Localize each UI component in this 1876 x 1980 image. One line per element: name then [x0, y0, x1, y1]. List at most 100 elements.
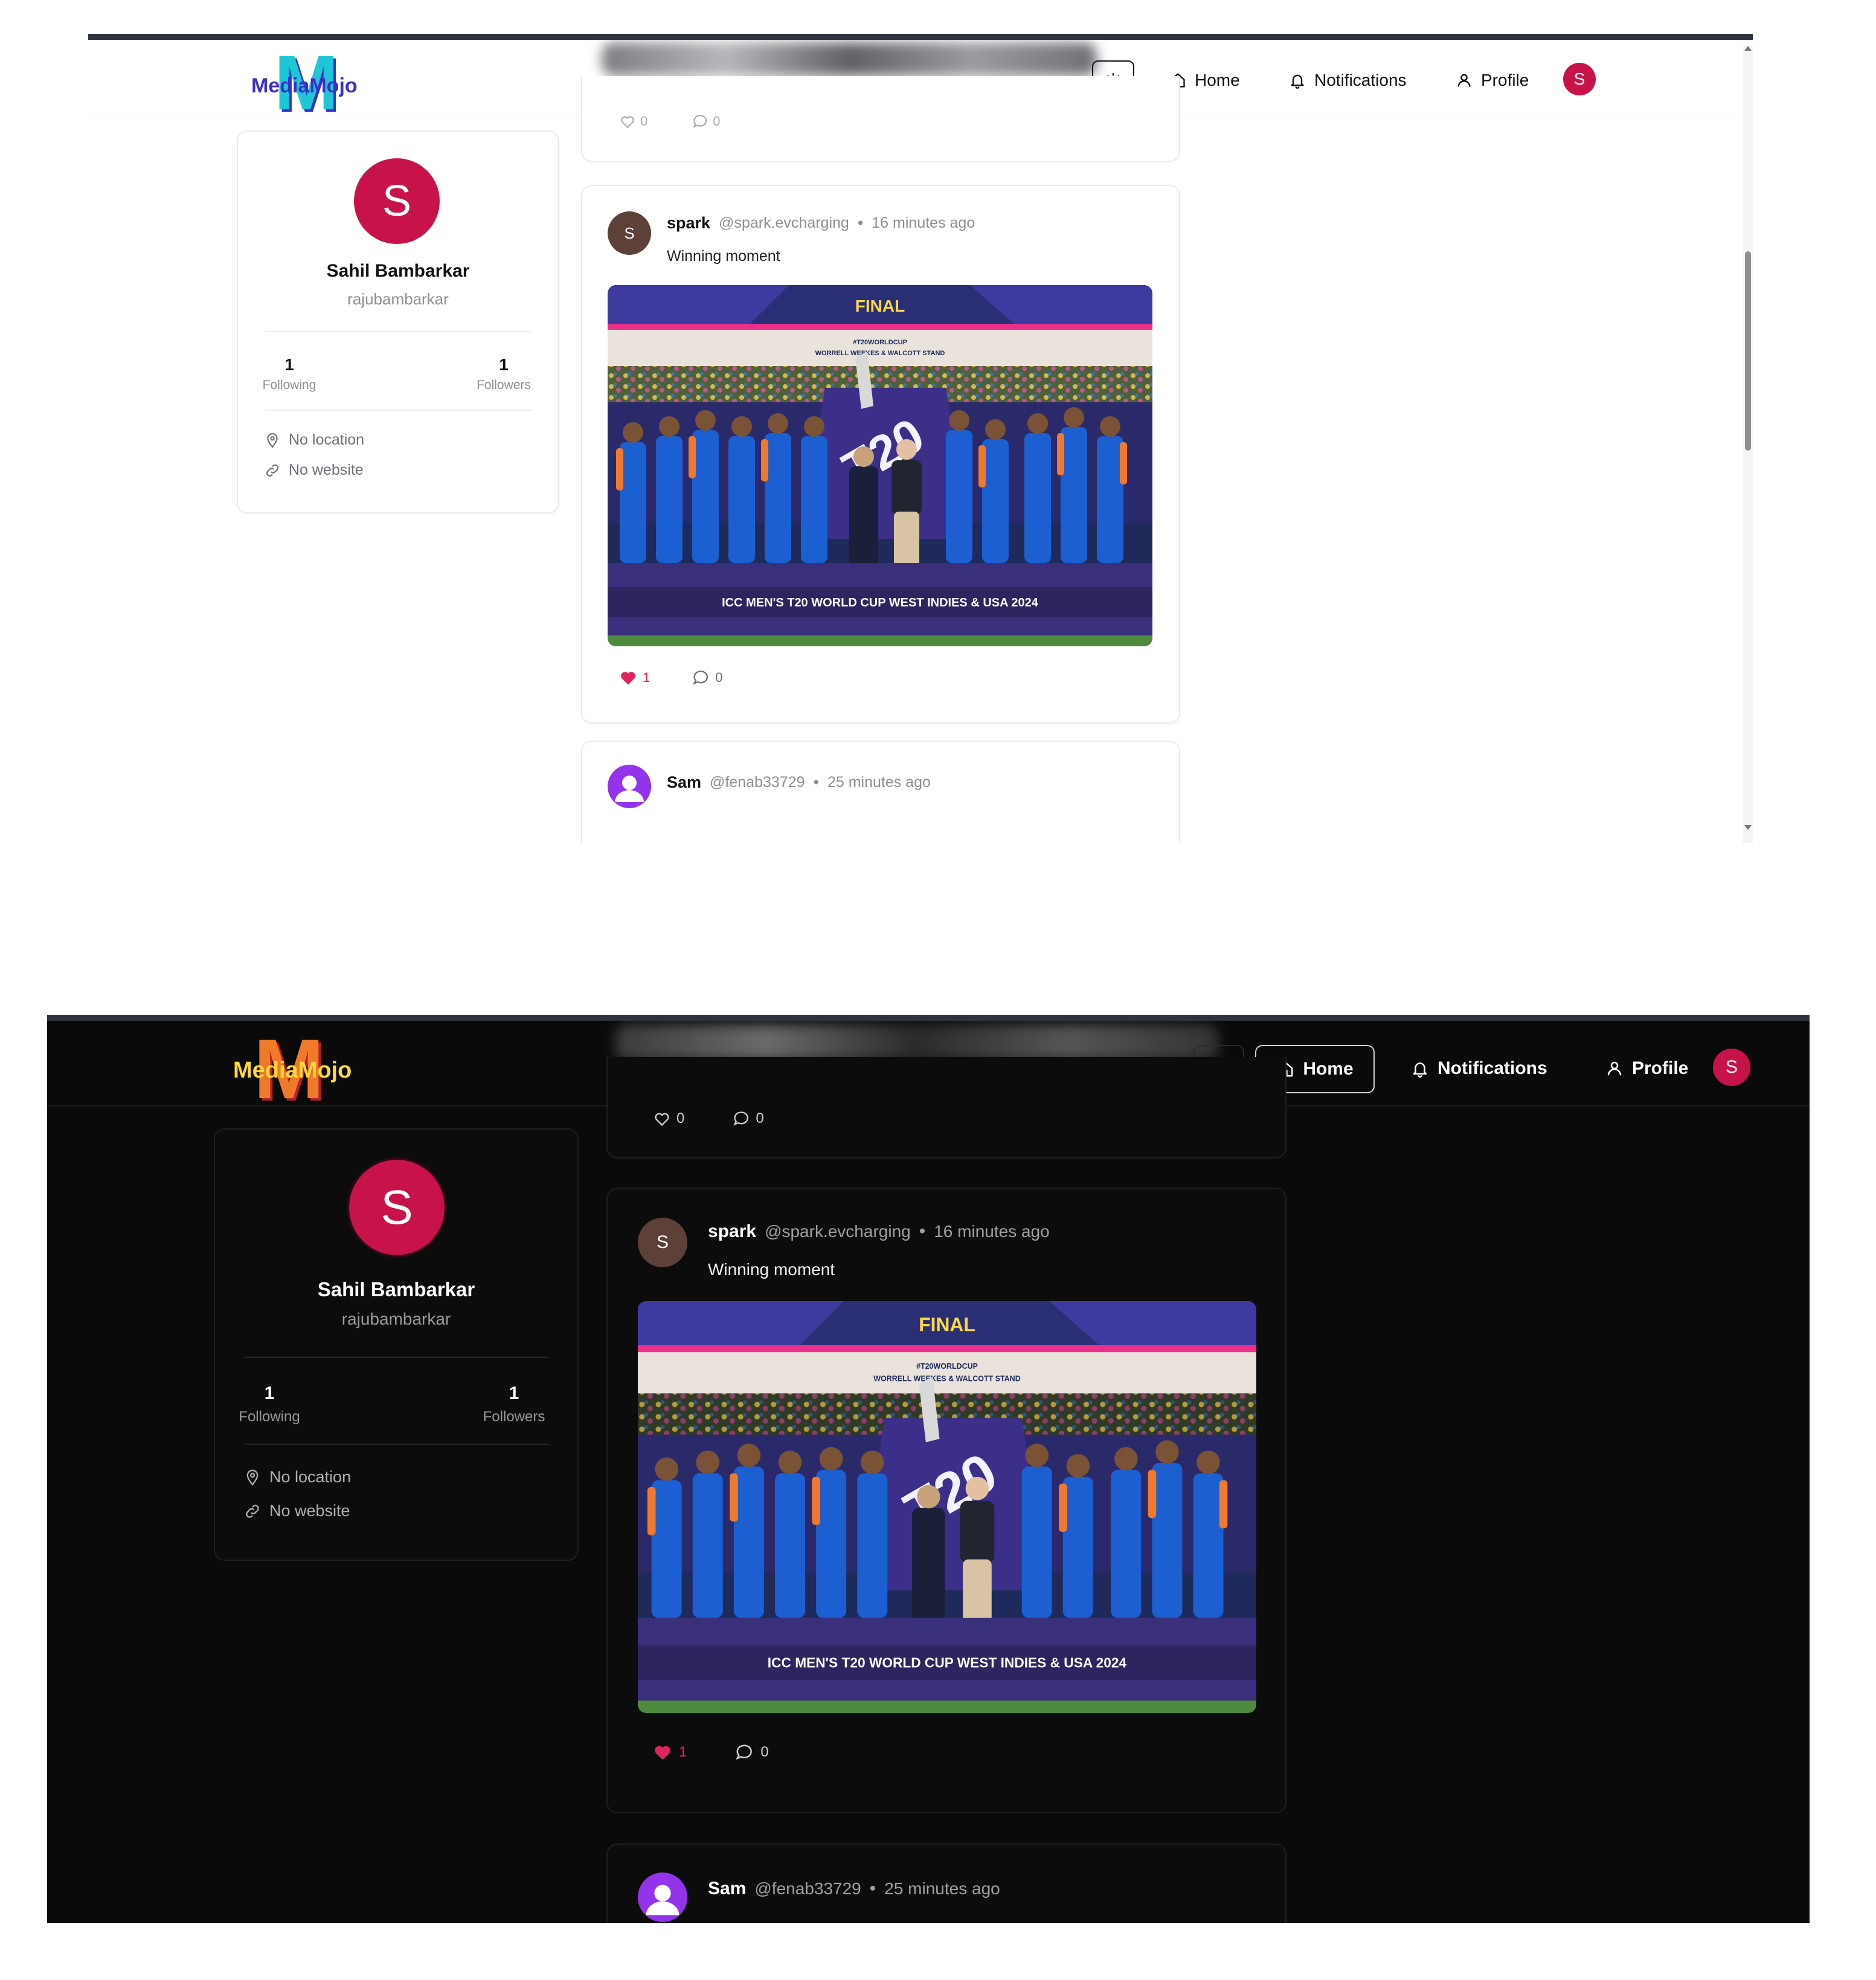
next-post-author-handle[interactable]: @fenab33729 — [754, 1879, 861, 1898]
image-bottom-banner: ICC MEN'S T20 WORLD CUP WEST INDIES & US… — [722, 596, 1039, 609]
logo[interactable]: M MediaMojo — [251, 45, 358, 122]
profile-card: S Sahil Bambarkar rajubambarkar 1 Follow… — [214, 1128, 579, 1561]
separator-dot: • — [857, 214, 864, 232]
nav-profile-button[interactable]: Profile — [1456, 66, 1529, 94]
profile-name[interactable]: Sahil Bambarkar — [215, 1278, 577, 1301]
user-silhouette-icon — [615, 776, 644, 802]
next-post-author-avatar[interactable] — [608, 765, 651, 808]
comment-button[interactable]: 0 — [692, 114, 721, 129]
post-author-name[interactable]: spark — [708, 1221, 756, 1242]
post-actions: 1 0 — [620, 669, 723, 686]
next-post-card: Sam @fenab33729 • 25 minutes ago — [606, 1843, 1287, 1923]
dark-mode-screenshot: M MediaMojo Home Notifications Profile S… — [47, 1015, 1810, 1923]
post-image[interactable]: FINAL #T20WORLDCUP WORRELL WEEKES & WALC… — [638, 1301, 1256, 1713]
post-author-avatar[interactable]: S — [608, 211, 651, 255]
post-card: S spark @spark.evcharging • 16 minutes a… — [606, 1188, 1287, 1813]
next-post-author-avatar[interactable] — [638, 1872, 687, 1922]
next-post-timestamp: 25 minutes ago — [827, 774, 931, 791]
logo[interactable]: M MediaMojo — [233, 1027, 352, 1111]
light-mode-screenshot: M MediaMojo Home Notifications Profile S… — [88, 34, 1753, 843]
nav-profile-label: Profile — [1632, 1058, 1689, 1078]
followers-count: 1 — [509, 1383, 519, 1403]
profile-username: rajubambarkar — [347, 290, 449, 308]
comment-button[interactable]: 0 — [735, 1743, 769, 1761]
post-text: Winning moment — [708, 1260, 835, 1279]
post-timestamp: 16 minutes ago — [934, 1222, 1050, 1241]
link-icon — [266, 464, 278, 477]
logo-text: MediaMojo — [251, 74, 358, 97]
heart-filled-icon — [655, 1746, 670, 1760]
comment-button[interactable]: 0 — [692, 669, 723, 686]
post-image[interactable]: FINAL #T20WORLDCUP WORRELL WEEKES & WALC… — [608, 285, 1152, 646]
scrollbar[interactable] — [1743, 46, 1753, 843]
profile-username: rajubambarkar — [341, 1310, 451, 1328]
following-count: 1 — [264, 1383, 275, 1403]
post-author-handle[interactable]: @spark.evcharging — [719, 214, 849, 232]
user-silhouette-icon — [646, 1885, 679, 1915]
divider — [244, 1357, 548, 1358]
bell-icon — [1413, 1062, 1427, 1078]
scrollbar-thumb[interactable] — [1745, 251, 1751, 451]
followers-stat[interactable]: 1 Followers — [467, 355, 540, 393]
like-count: 1 — [643, 670, 650, 685]
scroll-down-arrow[interactable] — [1744, 825, 1752, 830]
next-post-author-name[interactable]: Sam — [667, 773, 701, 792]
previous-post-actions: 0 0 — [654, 1110, 764, 1127]
next-post-card: Sam @fenab33729 • 25 minutes ago — [581, 741, 1180, 843]
following-stat[interactable]: 1 Following — [233, 1383, 306, 1426]
like-count: 0 — [640, 114, 648, 129]
following-stat[interactable]: 1 Following — [256, 355, 323, 393]
logo-text: MediaMojo — [233, 1058, 352, 1083]
like-button[interactable]: 1 — [620, 670, 650, 686]
followers-stat[interactable]: 1 Followers — [475, 1383, 553, 1426]
image-hashtag: #T20WORLDCUP — [853, 339, 907, 346]
followers-count: 1 — [499, 355, 509, 374]
website-row: No website — [265, 461, 364, 479]
divider — [244, 1444, 548, 1445]
trophy-celebration-image: FINAL #T20WORLDCUP WORRELL WEEKES & WALC… — [638, 1301, 1256, 1713]
profile-avatar[interactable]: S — [354, 158, 440, 244]
divider — [265, 331, 532, 332]
map-pin-icon — [267, 432, 278, 448]
post-actions: 1 0 — [654, 1743, 769, 1761]
next-post-author-name[interactable]: Sam — [708, 1879, 746, 1899]
following-count: 1 — [284, 355, 294, 374]
nav-avatar[interactable]: S — [1713, 1049, 1750, 1086]
comment-count: 0 — [756, 1110, 764, 1127]
profile-avatar[interactable]: S — [349, 1160, 445, 1255]
nav-profile-label: Profile — [1481, 71, 1529, 89]
profile-name[interactable]: Sahil Bambarkar — [238, 261, 558, 281]
post-author-avatar[interactable]: S — [638, 1218, 687, 1267]
post-author-name[interactable]: spark — [667, 214, 710, 233]
like-button[interactable]: 1 — [654, 1744, 687, 1761]
nav-profile-button[interactable]: Profile — [1605, 1055, 1688, 1082]
like-button[interactable]: 0 — [654, 1110, 684, 1127]
divider — [265, 410, 532, 411]
nav-notifications-button[interactable]: Notifications — [1411, 1055, 1547, 1082]
following-label: Following — [262, 378, 316, 392]
separator-dot: • — [869, 1879, 876, 1898]
location-text: No location — [289, 431, 365, 448]
like-button[interactable]: 0 — [620, 114, 647, 129]
separator-dot: • — [813, 773, 819, 791]
user-icon — [1457, 74, 1471, 87]
post-author-handle[interactable]: @spark.evcharging — [765, 1222, 911, 1241]
next-post-author-handle[interactable]: @fenab33729 — [710, 774, 805, 791]
image-final-banner: FINAL — [919, 1314, 975, 1336]
comment-button[interactable]: 0 — [733, 1110, 764, 1127]
nav-notifications-label: Notifications — [1438, 1058, 1547, 1078]
nav-notifications-button[interactable]: Notifications — [1289, 66, 1407, 94]
website-row: No website — [244, 1502, 350, 1520]
location-text: No location — [269, 1468, 352, 1486]
nav-avatar[interactable]: S — [1563, 63, 1596, 95]
like-count: 1 — [679, 1744, 687, 1760]
heart-outline-icon — [655, 1113, 669, 1127]
trophy-celebration-image: FINAL #T20WORLDCUP WORRELL WEEKES & WALC… — [608, 285, 1152, 646]
like-count: 0 — [676, 1110, 685, 1127]
image-bottom-banner: ICC MEN'S T20 WORLD CUP WEST INDIES & US… — [768, 1655, 1127, 1671]
comment-count: 0 — [760, 1744, 769, 1760]
scroll-up-arrow[interactable] — [1744, 46, 1752, 51]
post-text: Winning moment — [667, 248, 780, 265]
location-row: No location — [244, 1468, 351, 1487]
nav-notifications-label: Notifications — [1314, 71, 1407, 89]
